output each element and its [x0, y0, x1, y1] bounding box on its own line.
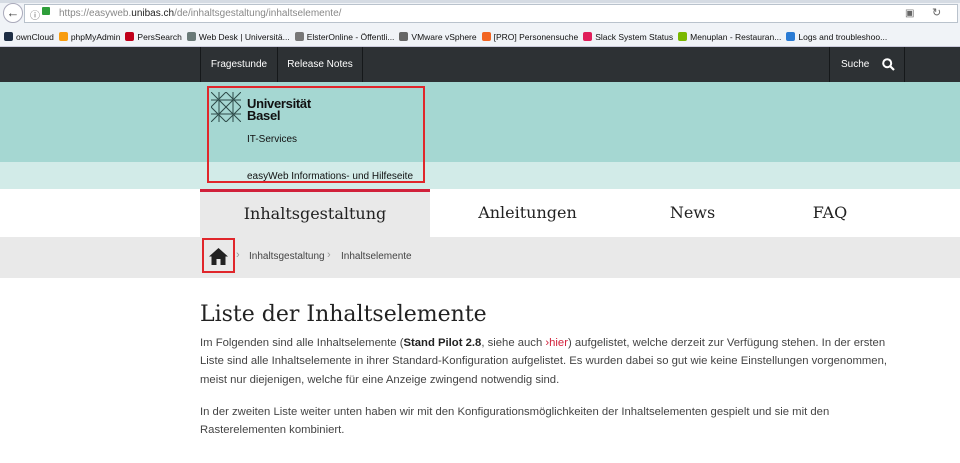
topnav-release-notes[interactable]: Release Notes — [277, 47, 363, 82]
hier-link[interactable]: hier — [549, 337, 568, 349]
pro-arrow-icon — [481, 32, 491, 41]
highlight-box-header — [207, 86, 425, 183]
bookmark-label: Menuplan - Restauran... — [690, 31, 782, 42]
phpmyadmin-icon — [58, 32, 68, 41]
bookmark-item[interactable]: ownCloud — [4, 32, 54, 42]
search-button[interactable]: Suche — [829, 47, 905, 82]
url-prefix: https://easyweb. — [59, 8, 132, 19]
globe-icon — [399, 32, 409, 41]
breadcrumb-chevron-icon: › — [327, 249, 331, 261]
breadcrumb-item-current: Inhaltselemente — [341, 251, 412, 262]
url-path: /de/inhaltsgestaltung/inhaltselemente/ — [174, 8, 342, 19]
owncloud-icon — [4, 32, 13, 41]
bookmark-label: phpMyAdmin — [70, 31, 121, 42]
nav-faq[interactable]: FAQ — [780, 189, 880, 237]
url-domain: unibas.ch — [131, 8, 175, 19]
bookmark-item[interactable]: Slack System Status — [583, 32, 673, 42]
bookmark-label: [PRO] Personensuche — [493, 31, 579, 42]
intro-paragraph: Im Folgenden sind alle Inhaltselemente (… — [200, 334, 900, 389]
breadcrumb-chevron-icon: › — [236, 249, 240, 261]
search-label: Suche — [841, 59, 870, 70]
bookmark-item[interactable]: [PRO] Personensuche — [481, 31, 579, 42]
reload-icon[interactable]: ↻ — [932, 6, 941, 19]
subtitle-band — [0, 162, 960, 189]
bookmark-label: ownCloud — [16, 31, 54, 42]
bookmark-item[interactable]: VMware vSphere — [399, 31, 477, 42]
bookmark-item[interactable]: PersSearch — [125, 31, 182, 42]
topnav-fragestunde[interactable]: Fragestunde — [200, 47, 278, 82]
top-nav: Fragestunde Release Notes Suche — [0, 47, 960, 82]
bookmark-label: Logs and troubleshoo... — [798, 31, 888, 42]
back-button[interactable]: ← — [3, 3, 23, 23]
highlight-box-home — [202, 238, 235, 273]
bookmark-label: Web Desk | Universitä... — [198, 31, 290, 42]
search-icon — [882, 58, 895, 71]
bookmark-item[interactable]: Logs and troubleshoo... — [786, 32, 887, 42]
bookmark-item[interactable]: phpMyAdmin — [58, 31, 121, 42]
main-nav: Inhaltsgestaltung Anleitungen News FAQ — [0, 189, 960, 237]
breadcrumb-item[interactable]: Inhaltsgestaltung — [249, 251, 325, 262]
nav-inhaltsgestaltung[interactable]: Inhaltsgestaltung — [200, 189, 430, 237]
reader-view-icon[interactable]: ▣ — [905, 8, 914, 19]
breadcrumb — [0, 237, 960, 278]
nav-news[interactable]: News — [640, 189, 745, 237]
bookmark-item[interactable]: Web Desk | Universitä... — [186, 31, 290, 42]
bookmark-label: PersSearch — [137, 31, 182, 42]
unibas-icon — [186, 32, 196, 41]
phone-icon — [125, 32, 135, 41]
text: Im Folgenden sind alle Inhaltselemente ( — [200, 337, 404, 349]
page-title: Liste der Inhaltselemente — [200, 302, 487, 327]
second-paragraph: In der zweiten Liste weiter unten haben … — [200, 406, 830, 437]
lock-icon — [42, 7, 50, 15]
address-bar[interactable]: https://easyweb.unibas.ch/de/inhaltsgest… — [24, 4, 958, 23]
logs-icon — [786, 32, 796, 41]
sv-icon — [678, 32, 688, 41]
nav-anleitungen[interactable]: Anleitungen — [450, 189, 605, 237]
elster-icon — [294, 32, 304, 41]
bookmark-label: VMware vSphere — [411, 31, 477, 42]
slack-icon — [583, 32, 593, 41]
text: , siehe auch — [481, 337, 546, 349]
bookmark-item[interactable]: ElsterOnline - Öffentli... — [294, 31, 395, 42]
bookmarks-bar: ownCloud phpMyAdmin PersSearch Web Desk | U… — [0, 27, 960, 47]
bookmark-label: ElsterOnline - Öffentli... — [306, 31, 395, 42]
version-label: Stand Pilot 2.8 — [403, 337, 482, 349]
info-icon[interactable]: ⓘ — [30, 7, 40, 22]
site-header — [0, 82, 960, 162]
bookmark-item[interactable]: Menuplan - Restauran... — [678, 32, 781, 42]
bookmark-label: Slack System Status — [595, 31, 674, 42]
